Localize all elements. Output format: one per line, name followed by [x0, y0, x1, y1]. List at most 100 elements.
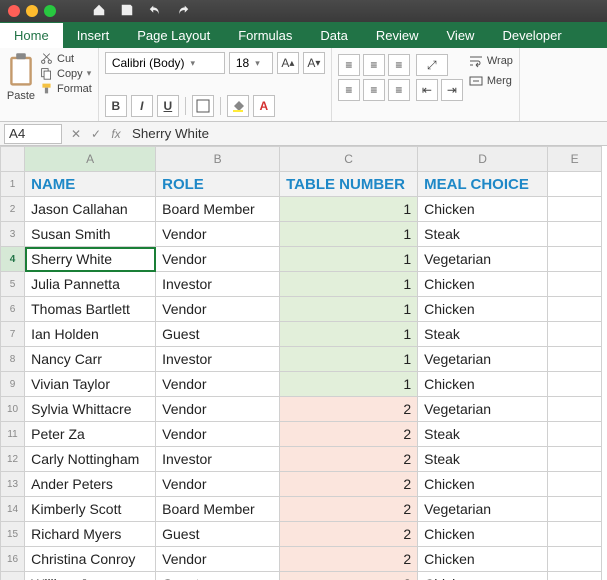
cell[interactable]: Christina Conroy [25, 547, 156, 572]
cell[interactable] [548, 472, 602, 497]
cell[interactable]: 2 [280, 397, 418, 422]
select-all-corner[interactable] [1, 147, 25, 172]
home-qat-icon[interactable] [92, 3, 106, 20]
merge-button[interactable]: Merg [469, 74, 513, 88]
paste-button[interactable]: Paste [6, 52, 36, 102]
cell[interactable]: Julia Pannetta [25, 272, 156, 297]
tab-page-layout[interactable]: Page Layout [123, 23, 224, 48]
maximize-icon[interactable] [44, 5, 56, 17]
row-header-4[interactable]: 4 [1, 247, 25, 272]
cell[interactable]: 1 [280, 247, 418, 272]
row-header-6[interactable]: 6 [1, 297, 25, 322]
accept-formula-button[interactable]: ✓ [86, 124, 106, 144]
cell[interactable]: Carly Nottingham [25, 447, 156, 472]
row-header-5[interactable]: 5 [1, 272, 25, 297]
font-size-select[interactable]: 18▾ [229, 52, 273, 74]
cell[interactable]: Susan Smith [25, 222, 156, 247]
cancel-formula-button[interactable]: ✕ [66, 124, 86, 144]
cell[interactable] [548, 497, 602, 522]
decrease-indent-button[interactable]: ⇤ [416, 79, 438, 101]
align-right-button[interactable]: ≡ [388, 79, 410, 101]
cell[interactable]: Vendor [156, 247, 280, 272]
header-cell[interactable]: ROLE [156, 172, 280, 197]
col-header-E[interactable]: E [548, 147, 602, 172]
cell[interactable]: Chicken [418, 547, 548, 572]
cell[interactable] [548, 297, 602, 322]
cell[interactable]: Steak [418, 422, 548, 447]
cell[interactable]: 1 [280, 272, 418, 297]
close-icon[interactable] [8, 5, 20, 17]
tab-review[interactable]: Review [362, 23, 433, 48]
row-header-17[interactable]: 17 [1, 572, 25, 580]
row-header-11[interactable]: 11 [1, 422, 25, 447]
cell[interactable] [548, 447, 602, 472]
cell[interactable]: Investor [156, 347, 280, 372]
cell[interactable]: Steak [418, 222, 548, 247]
cell[interactable]: Chicken [418, 297, 548, 322]
cell[interactable]: Steak [418, 447, 548, 472]
cell[interactable]: 1 [280, 347, 418, 372]
row-header-8[interactable]: 8 [1, 347, 25, 372]
cell[interactable]: Richard Myers [25, 522, 156, 547]
cell[interactable] [548, 197, 602, 222]
cell[interactable]: Steak [418, 322, 548, 347]
cell[interactable] [548, 172, 602, 197]
cell[interactable]: Board Member [156, 197, 280, 222]
fill-color-button[interactable] [227, 95, 249, 117]
col-header-B[interactable]: B [156, 147, 280, 172]
cell[interactable] [548, 572, 602, 580]
cell[interactable]: 1 [280, 197, 418, 222]
formula-input[interactable] [126, 124, 607, 144]
cell[interactable]: Vegetarian [418, 247, 548, 272]
orientation-button[interactable]: ⤢ [416, 54, 448, 76]
cell[interactable]: Vendor [156, 372, 280, 397]
tab-data[interactable]: Data [306, 23, 361, 48]
col-header-D[interactable]: D [418, 147, 548, 172]
col-header-A[interactable]: A [25, 147, 156, 172]
align-bottom-button[interactable]: ≡ [388, 54, 410, 76]
cell[interactable]: Vegetarian [418, 397, 548, 422]
copy-button[interactable]: Copy▾ [40, 67, 92, 80]
cell[interactable]: William Jones [25, 572, 156, 580]
cell[interactable] [548, 247, 602, 272]
cell[interactable]: Chicken [418, 272, 548, 297]
cell[interactable]: 2 [280, 547, 418, 572]
cell[interactable]: 2 [280, 472, 418, 497]
italic-button[interactable]: I [131, 95, 153, 117]
cell[interactable]: Jason Callahan [25, 197, 156, 222]
align-top-button[interactable]: ≡ [338, 54, 360, 76]
cell[interactable] [548, 322, 602, 347]
cell[interactable]: Vegetarian [418, 497, 548, 522]
row-header-16[interactable]: 16 [1, 547, 25, 572]
row-header-2[interactable]: 2 [1, 197, 25, 222]
font-color-button[interactable]: A [253, 95, 275, 117]
cell[interactable]: Investor [156, 447, 280, 472]
tab-formulas[interactable]: Formulas [224, 23, 306, 48]
wrap-text-button[interactable]: Wrap [469, 54, 513, 68]
cell[interactable]: 2 [280, 522, 418, 547]
cell[interactable]: 2 [280, 497, 418, 522]
align-center-button[interactable]: ≡ [363, 79, 385, 101]
cell[interactable] [548, 347, 602, 372]
cell[interactable] [548, 222, 602, 247]
increase-font-button[interactable]: A▴ [277, 52, 299, 74]
cell[interactable]: Vendor [156, 397, 280, 422]
cell[interactable]: Chicken [418, 522, 548, 547]
name-box[interactable] [4, 124, 62, 144]
align-left-button[interactable]: ≡ [338, 79, 360, 101]
row-header-3[interactable]: 3 [1, 222, 25, 247]
underline-button[interactable]: U [157, 95, 179, 117]
cell[interactable]: Ander Peters [25, 472, 156, 497]
cell[interactable]: 1 [280, 372, 418, 397]
cell[interactable]: Guest [156, 322, 280, 347]
row-header-1[interactable]: 1 [1, 172, 25, 197]
font-name-select[interactable]: Calibri (Body)▾ [105, 52, 225, 74]
col-header-C[interactable]: C [280, 147, 418, 172]
worksheet[interactable]: ABCDE1NAMEROLETABLE NUMBERMEAL CHOICE2Ja… [0, 146, 607, 580]
cell[interactable]: Peter Za [25, 422, 156, 447]
cell[interactable]: Sylvia Whittacre [25, 397, 156, 422]
header-cell[interactable]: MEAL CHOICE [418, 172, 548, 197]
header-cell[interactable]: NAME [25, 172, 156, 197]
cell[interactable] [548, 372, 602, 397]
redo-icon[interactable] [176, 3, 190, 20]
